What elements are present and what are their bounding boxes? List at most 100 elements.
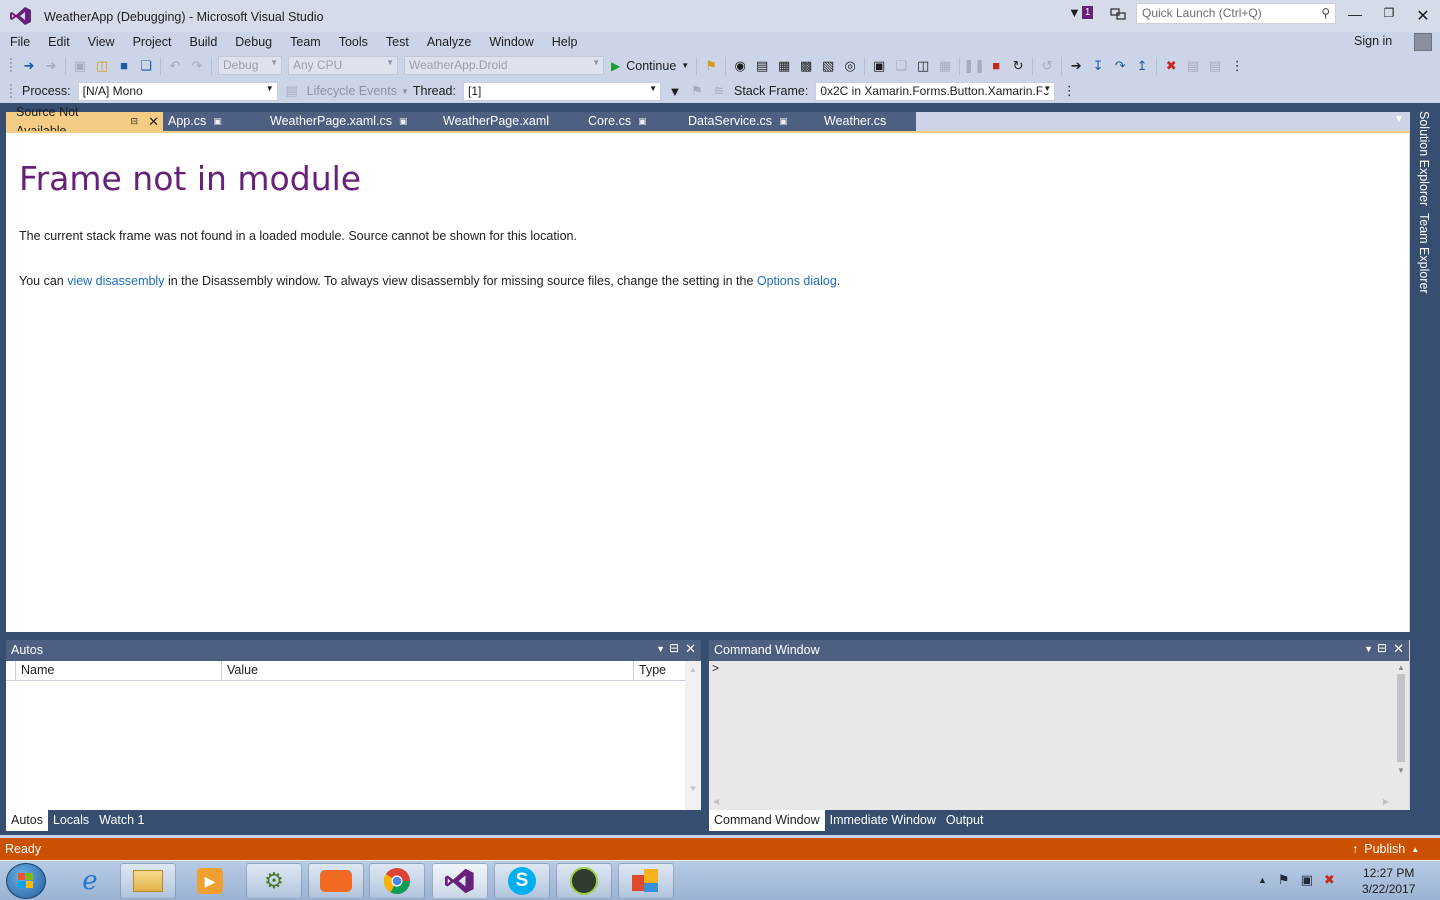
menu-view[interactable]: View — [79, 33, 124, 51]
toolbar-options-icon[interactable]: ⋮ — [1228, 57, 1246, 75]
menu-test[interactable]: Test — [377, 33, 418, 51]
save-icon[interactable]: ■ — [115, 57, 133, 75]
quick-launch-input[interactable]: Quick Launch (Ctrl+Q) ⚲ — [1136, 3, 1336, 24]
network-icon[interactable]: ▣ — [1301, 872, 1313, 888]
redo-icon[interactable]: ↷ — [188, 57, 206, 75]
taskbar-skype[interactable]: S — [494, 863, 550, 899]
step-into-target-icon[interactable]: ◉ — [731, 57, 749, 75]
tab-command-window[interactable]: Command Window — [709, 810, 825, 831]
view-disassembly-link[interactable]: view disassembly — [67, 274, 164, 288]
console-icon[interactable]: ▩ — [797, 57, 815, 75]
pin-icon[interactable]: ⊟ — [1377, 641, 1387, 655]
scroll-up-icon[interactable]: ▲ — [1393, 663, 1409, 672]
menu-file[interactable]: File — [1, 33, 39, 51]
find-in-files-icon[interactable]: ⚑ — [702, 57, 720, 75]
team-explorer-tab[interactable]: Team Explorer — [1417, 213, 1431, 294]
breakpoints-icon[interactable]: ✖ — [1162, 57, 1180, 75]
close-window-button[interactable]: ✕ — [1411, 6, 1435, 25]
step-over-icon[interactable]: ↷ — [1111, 57, 1129, 75]
autos-scrollbar[interactable]: ▲ ▼ — [685, 661, 701, 810]
tab-output[interactable]: Output — [941, 810, 989, 831]
tab-source-not-available[interactable]: Source Not Available ⊟ ✕ — [6, 105, 163, 138]
save-all-icon[interactable]: ❏ — [137, 57, 155, 75]
account-avatar[interactable] — [1414, 33, 1432, 51]
solution-platform-select[interactable]: Any CPU ▼ — [288, 56, 398, 75]
menu-team[interactable]: Team — [281, 33, 330, 51]
toolbar-grip[interactable] — [9, 82, 13, 100]
menu-project[interactable]: Project — [124, 33, 181, 51]
solution-explorer-tab[interactable]: Solution Explorer — [1417, 111, 1431, 206]
menu-analyze[interactable]: Analyze — [418, 33, 480, 51]
command-scrollbar-vertical[interactable]: ▲ ▼ — [1393, 661, 1409, 795]
tab-overflow-icon[interactable]: ▼ — [1394, 114, 1404, 125]
stack-frame-select[interactable]: 0x2C in Xamarin.Forms.Button.Xamarin.Fc ▼ — [815, 81, 1056, 101]
solution-configuration-select[interactable]: Debug ▼ — [218, 56, 282, 75]
sign-in-link[interactable]: Sign in — [1354, 34, 1392, 48]
navigate-back-icon[interactable]: ➜ — [20, 57, 38, 75]
taskbar-mail[interactable] — [308, 863, 364, 899]
column-type[interactable]: Type — [634, 661, 684, 681]
command-input-area[interactable]: > ▲ ▼ ◀ ▶ — [709, 661, 1409, 810]
command-scrollbar-horizontal[interactable]: ◀ ▶ — [709, 796, 1393, 810]
tab-watch-1[interactable]: Watch 1 — [94, 810, 149, 831]
continue-button[interactable]: ▶ Continue ▼ — [611, 59, 689, 73]
process-select[interactable]: [N/A] Mono ▼ — [77, 81, 278, 101]
tab-dataservice-cs[interactable]: DataService.cs ▣ — [678, 112, 814, 131]
menu-tools[interactable]: Tools — [330, 33, 377, 51]
menu-edit[interactable]: Edit — [39, 33, 79, 51]
tab-autos[interactable]: Autos — [6, 810, 48, 831]
comment-icon[interactable]: ▤ — [1184, 57, 1202, 75]
taskbar-file-explorer[interactable] — [120, 863, 176, 899]
pin-icon[interactable]: ⊟ — [131, 112, 139, 131]
tab-weather-cs[interactable]: Weather.cs — [814, 112, 916, 131]
open-file-icon[interactable]: ◫ — [93, 57, 111, 75]
taskbar-chrome[interactable] — [369, 863, 425, 899]
stop-debugging-icon[interactable]: ■ — [987, 57, 1005, 75]
volume-muted-icon[interactable]: ✖ — [1324, 872, 1335, 888]
pause-icon[interactable]: ❚❚ — [963, 57, 985, 75]
restart-icon[interactable]: ↻ — [1009, 57, 1027, 75]
feedback-icon[interactable] — [1110, 6, 1126, 22]
menu-window[interactable]: Window — [480, 33, 542, 51]
action-center-flag-icon[interactable]: ⚑ — [1278, 872, 1290, 888]
scroll-down-icon[interactable]: ▼ — [685, 784, 701, 793]
layout-icon[interactable]: ◫ — [914, 57, 932, 75]
emulator-icon[interactable]: ◎ — [841, 57, 859, 75]
taskbar-windows-app[interactable] — [618, 863, 674, 899]
close-icon[interactable]: ✕ — [1393, 641, 1404, 657]
menu-debug[interactable]: Debug — [226, 33, 281, 51]
scroll-down-icon[interactable]: ▼ — [1393, 766, 1409, 775]
step-out-icon[interactable]: ↥ — [1133, 57, 1151, 75]
taskbar-internet-explorer[interactable]: e — [62, 863, 118, 899]
startup-project-select[interactable]: WeatherApp.Droid ▼ — [404, 56, 604, 75]
device-icon[interactable]: ▧ — [819, 57, 837, 75]
tab-weatherpage-xaml[interactable]: WeatherPage.xaml — [433, 112, 578, 131]
document-icon[interactable]: ▤ — [753, 57, 771, 75]
thread-select[interactable]: [1] ▼ — [462, 81, 661, 101]
column-value[interactable]: Value — [222, 661, 634, 681]
panel-splitter[interactable] — [0, 632, 1410, 640]
pin-icon[interactable]: ⊟ — [669, 641, 679, 655]
toolbar-options-icon[interactable]: ⋮ — [1060, 82, 1078, 100]
toolbar-grip[interactable] — [9, 57, 13, 74]
taskbar-android-monitor[interactable] — [556, 863, 612, 899]
window-position-icon[interactable]: ▼ — [656, 644, 665, 654]
show-next-statement-icon[interactable]: ➔ — [1067, 57, 1085, 75]
monitor-icon[interactable]: ▣ — [870, 57, 888, 75]
scroll-right-icon[interactable]: ▶ — [1383, 797, 1389, 806]
column-name[interactable]: Name — [16, 661, 222, 681]
threads-icon[interactable]: ≋ — [710, 82, 728, 100]
tab-immediate-window[interactable]: Immediate Window — [825, 810, 941, 831]
window-position-icon[interactable]: ▼ — [1364, 644, 1373, 654]
tab-weatherpage-xaml-cs[interactable]: WeatherPage.xaml.cs ▣ — [260, 112, 433, 131]
clock[interactable]: 12:27 PM 3/22/2017 — [1362, 866, 1415, 896]
toolbox-icon[interactable]: ▦ — [936, 57, 954, 75]
flag-icon[interactable]: ⚑ — [688, 82, 706, 100]
scroll-up-icon[interactable]: ▲ — [685, 665, 701, 674]
show-hidden-icons-icon[interactable]: ▲ — [1258, 875, 1267, 885]
uncomment-icon[interactable]: ▤ — [1206, 57, 1224, 75]
start-button[interactable] — [6, 863, 46, 899]
step-into-icon[interactable]: ↧ — [1089, 57, 1107, 75]
copy-icon[interactable]: ❏ — [892, 57, 910, 75]
menu-build[interactable]: Build — [180, 33, 226, 51]
